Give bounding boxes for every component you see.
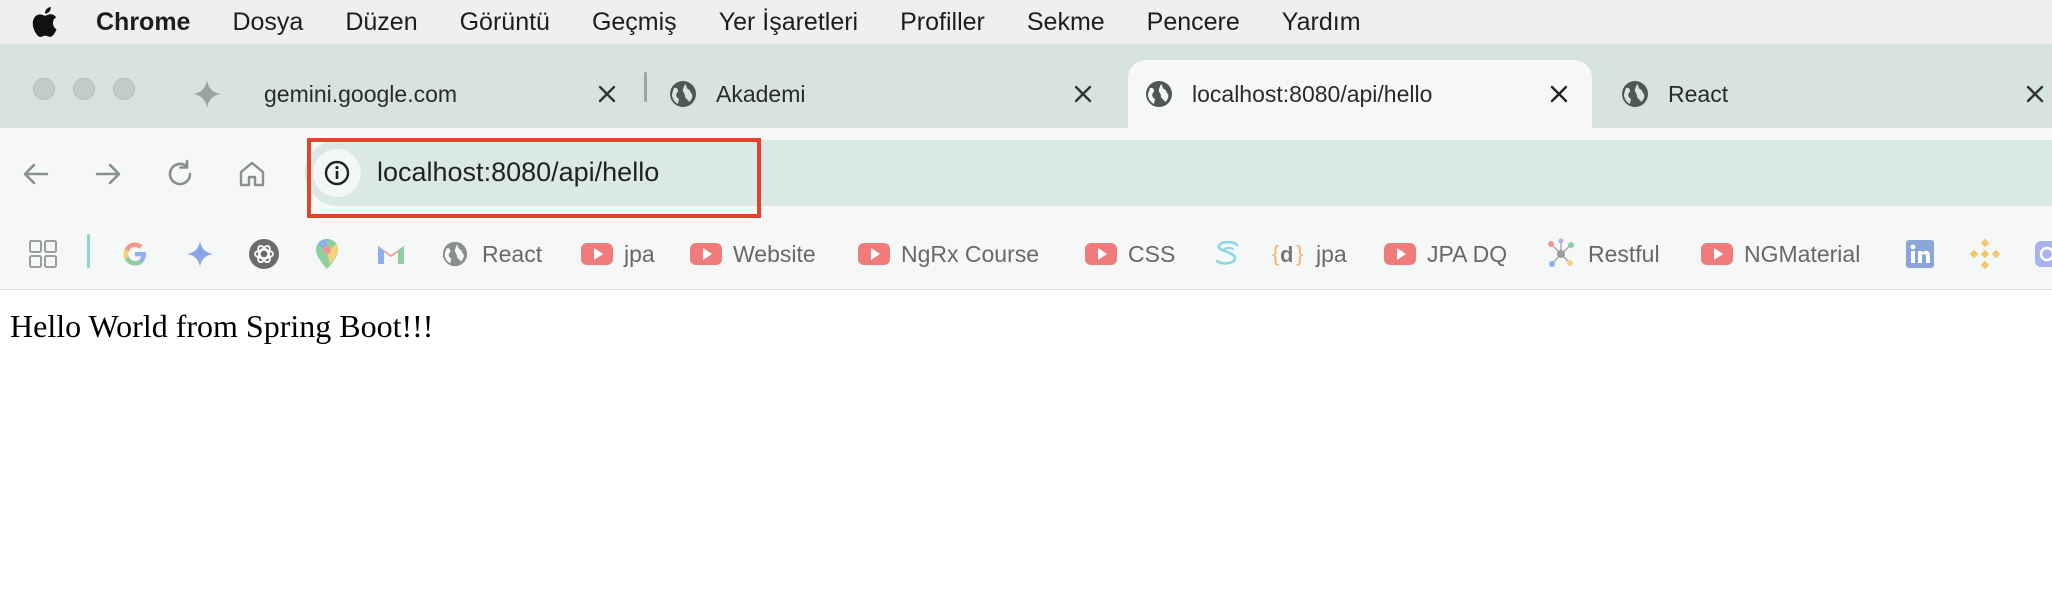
menu-pencere[interactable]: Pencere xyxy=(1147,8,1240,37)
menu-gecmis[interactable]: Geçmiş xyxy=(592,8,677,37)
google-maps-icon xyxy=(310,237,344,271)
globe-icon xyxy=(1620,79,1650,109)
svg-text:d: d xyxy=(1280,242,1293,267)
menu-sekme[interactable]: Sekme xyxy=(1027,8,1105,37)
menu-app-chrome[interactable]: Chrome xyxy=(96,8,190,37)
bookmark-binance[interactable] xyxy=(1968,234,2002,274)
bookmark-ngrx-course[interactable]: NgRx Course xyxy=(857,234,1039,274)
youtube-icon xyxy=(1383,237,1417,271)
google-icon xyxy=(118,237,152,271)
menu-dosya[interactable]: Dosya xyxy=(232,8,303,37)
bookmark-google-maps[interactable] xyxy=(310,234,344,274)
svg-text:}: } xyxy=(1296,241,1303,266)
globe-icon xyxy=(1144,79,1174,109)
tab-gemini[interactable]: gemini.google.com xyxy=(180,60,630,128)
bookmark-label: JPA DQ xyxy=(1427,240,1508,267)
openai-icon xyxy=(247,237,281,271)
bookmark-gemini[interactable] xyxy=(183,234,217,274)
menu-yardim[interactable]: Yardım xyxy=(1282,8,1361,37)
bookmark-label: CSS xyxy=(1128,240,1176,267)
bookmark-label: jpa xyxy=(1316,240,1347,267)
tab-strip: gemini.google.com Akademi localhost:8080… xyxy=(0,44,2052,128)
svg-text:{: { xyxy=(1272,241,1279,266)
globe-icon xyxy=(438,237,472,271)
bookmark-ngmaterial[interactable]: NGMaterial xyxy=(1700,234,1860,274)
bookmark-label: NGMaterial xyxy=(1744,240,1861,267)
bookmark-label: NgRx Course xyxy=(901,240,1040,267)
reload-icon[interactable] xyxy=(162,156,198,192)
youtube-icon xyxy=(1084,237,1118,271)
bookmark-stackblitz[interactable] xyxy=(1210,234,1244,274)
bookmark-apps[interactable] xyxy=(26,234,60,274)
apple-logo-icon[interactable] xyxy=(22,0,66,44)
window-zoom-button[interactable] xyxy=(113,78,135,100)
bookmark-restful[interactable]: Restful xyxy=(1544,234,1660,274)
gmail-icon xyxy=(374,237,408,271)
page-body-text: Hello World from Spring Boot!!! xyxy=(10,308,434,344)
bookmarks-separator xyxy=(87,234,90,268)
tab-title: React xyxy=(1668,80,1729,107)
bookmark-chatgpt[interactable] xyxy=(247,234,281,274)
bookmarks-bar: React jpa Website NgRx Course CSS {d} jp… xyxy=(0,220,2052,290)
tab-separator xyxy=(644,72,647,102)
bookmark-partial[interactable] xyxy=(2030,234,2052,274)
bookmark-label: React xyxy=(482,240,543,267)
bookmark-label: Restful xyxy=(1588,240,1660,267)
close-icon[interactable] xyxy=(1546,81,1572,107)
bookmark-react[interactable]: React xyxy=(438,234,542,274)
bookmark-jpa[interactable]: jpa xyxy=(580,234,655,274)
youtube-icon xyxy=(689,237,723,271)
dev-d-icon: {d} xyxy=(1272,237,1306,271)
page-content: Hello World from Spring Boot!!! xyxy=(0,291,2052,614)
tab-title: gemini.google.com xyxy=(264,80,458,107)
back-arrow-icon[interactable] xyxy=(18,156,54,192)
menu-profiller[interactable]: Profiller xyxy=(900,8,985,37)
globe-icon xyxy=(668,79,698,109)
bookmark-website[interactable]: Website xyxy=(689,234,816,274)
bookmark-label: Website xyxy=(733,240,816,267)
url-highlight-annotation xyxy=(307,138,761,218)
home-icon[interactable] xyxy=(234,156,270,192)
tab-title: Akademi xyxy=(716,80,806,107)
close-icon[interactable] xyxy=(594,81,620,107)
stackblitz-icon xyxy=(1210,237,1244,271)
tab-title: localhost:8080/api/hello xyxy=(1192,80,1433,107)
binance-icon xyxy=(1968,237,2002,271)
bookmark-jpa-dq[interactable]: JPA DQ xyxy=(1383,234,1507,274)
window-minimize-button[interactable] xyxy=(73,78,95,100)
close-icon[interactable] xyxy=(1070,81,1096,107)
window-close-button[interactable] xyxy=(33,78,55,100)
tab-akademi[interactable]: Akademi xyxy=(656,60,1106,128)
gemini-icon xyxy=(183,237,217,271)
partial-icon xyxy=(2030,237,2052,271)
menu-yer-isaretleri[interactable]: Yer İşaretleri xyxy=(719,8,858,37)
graph-icon xyxy=(1544,237,1578,271)
menu-goruntu[interactable]: Görüntü xyxy=(460,8,550,37)
linkedin-icon xyxy=(1903,237,1937,271)
bookmark-gmail[interactable] xyxy=(374,234,408,274)
bookmark-css[interactable]: CSS xyxy=(1084,234,1175,274)
gemini-sparkle-icon xyxy=(192,79,222,109)
apps-grid-icon xyxy=(26,237,60,271)
youtube-icon xyxy=(857,237,891,271)
menu-duzen[interactable]: Düzen xyxy=(345,8,417,37)
bookmark-google[interactable] xyxy=(118,234,152,274)
youtube-icon xyxy=(580,237,614,271)
tab-react[interactable]: React xyxy=(1608,60,2052,128)
close-icon[interactable] xyxy=(2022,81,2048,107)
tab-localhost-active[interactable]: localhost:8080/api/hello xyxy=(1128,60,1592,128)
youtube-icon xyxy=(1700,237,1734,271)
forward-arrow-icon[interactable] xyxy=(90,156,126,192)
bookmark-linkedin[interactable] xyxy=(1903,234,1937,274)
bookmark-jpa-dev[interactable]: {d} jpa xyxy=(1272,234,1347,274)
macos-menu-bar: Chrome Dosya Düzen Görüntü Geçmiş Yer İş… xyxy=(0,0,2052,44)
bookmark-label: jpa xyxy=(624,240,655,267)
